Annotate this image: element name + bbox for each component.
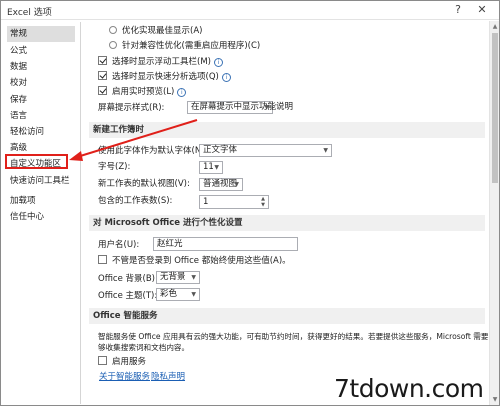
chevron-down-icon: ▼ [264,104,269,111]
scroll-up-icon[interactable]: ▲ [491,22,499,31]
office-background-label: Office 背景(B): [98,274,158,284]
sheet-count-value: 1 [203,197,209,207]
office-background-select[interactable]: 无背景 ▼ [156,271,200,284]
office-theme-value: 彩色 [160,289,178,299]
sidebar-item-formulas[interactable]: 公式 [7,43,75,59]
radio-compat[interactable] [109,41,117,49]
radio-optimize-row[interactable]: 优化实现最佳显示(A) [109,24,202,38]
font-size-select[interactable]: 11 ▼ [199,161,223,174]
chevron-down-icon: ▼ [214,164,219,171]
info-icon: i [213,58,223,67]
section-new-workbook: 新建工作簿时 [89,122,485,138]
font-size-value: 11 [203,162,214,172]
enable-services-row[interactable]: 启用服务 [98,355,146,369]
scroll-down-icon[interactable]: ▼ [491,395,499,404]
about-intelligent-services-link[interactable]: 关于智能服务 [99,370,150,382]
sidebar-item-data[interactable]: 数据 [7,59,75,75]
chevron-down-icon: ▼ [323,147,328,154]
sidebar-item-quick-access-toolbar[interactable]: 快速访问工具栏 [7,173,75,189]
tooltip-style-select[interactable]: 在屏幕提示中显示功能说明 ▼ [187,101,293,114]
sidebar-item-trust-center[interactable]: 信任中心 [7,209,75,225]
close-button[interactable]: ✕ [471,2,493,18]
tooltip-style-label: 屏幕提示样式(R): [98,103,165,113]
sidebar: 常规 公式 数据 校对 保存 语言 轻松访问 高级 自定义功能区 快速访问工具栏… [3,22,81,404]
radio-optimize-label: 优化实现最佳显示(A) [122,26,203,36]
sidebar-item-language[interactable]: 语言 [7,108,75,124]
username-input[interactable]: 赵红光 [153,237,298,251]
intelligent-desc-line2: 够收集搜索词和文档内容。 [98,343,190,352]
section-intelligent-services: Office 智能服务 [89,308,485,324]
checkbox-minitoolbar[interactable] [98,56,107,65]
sidebar-item-proofing[interactable]: 校对 [7,75,75,91]
options-content: 优化实现最佳显示(A) 针对兼容性优化(需重启应用程序)(C) 选择时显示浮动工… [83,21,489,405]
always-use-row[interactable]: 不管是否登录到 Office 都始终使用这些值(A)。 [98,254,291,268]
font-size-label: 字号(Z): [98,162,131,172]
privacy-statement-link[interactable]: 隐私声明 [151,370,185,382]
watermark: 7tdown.com [334,374,484,403]
checkbox-quickanalysis[interactable] [98,71,107,80]
excel-options-dialog: Excel 选项 ? ✕ 常规 公式 数据 校对 保存 语言 轻松访问 高级 自… [0,0,500,406]
default-font-select[interactable]: 正文字体 ▼ [199,144,332,157]
username-label: 用户名(U): [98,240,140,250]
sidebar-item-accessibility[interactable]: 轻松访问 [7,124,75,140]
checkbox-always-use[interactable] [98,255,107,264]
sidebar-item-general[interactable]: 常规 [7,26,75,42]
default-font-label: 使用此字体作为默认字体(N): [98,146,208,156]
default-font-value: 正文字体 [203,145,238,155]
window-title: Excel 选项 [7,8,52,18]
check-minitoolbar-label: 选择时显示浮动工具栏(M) [112,57,211,67]
check-quickanalysis-label: 选择时显示快速分析选项(Q) [112,72,219,82]
office-theme-label: Office 主题(T): [98,291,158,301]
sheet-count-label: 包含的工作表数(S): [98,196,173,206]
radio-compat-row[interactable]: 针对兼容性优化(需重启应用程序)(C) [109,39,260,53]
checkbox-livepreview[interactable] [98,86,107,95]
chevron-down-icon: ▼ [234,181,239,188]
default-view-value: 普通视图 [203,179,238,189]
check-livepreview-label: 启用实时预览(L) [112,87,175,97]
always-use-label: 不管是否登录到 Office 都始终使用这些值(A)。 [112,256,291,266]
sidebar-item-save[interactable]: 保存 [7,92,75,108]
sidebar-item-addins[interactable]: 加载项 [7,193,75,209]
radio-optimize[interactable] [109,26,117,34]
office-background-value: 无背景 [160,272,186,282]
tooltip-style-value: 在屏幕提示中显示功能说明 [191,102,294,112]
enable-services-label: 启用服务 [112,357,147,367]
sheet-count-input[interactable]: 1 ▲ ▼ [199,195,269,209]
check-quickanalysis-row[interactable]: 选择时显示快速分析选项(Q) i [98,70,231,84]
default-view-select[interactable]: 普通视图 ▼ [199,178,243,191]
title-bar: Excel 选项 ? ✕ [1,1,499,20]
username-value: 赵红光 [157,239,183,249]
chevron-down-icon: ▼ [191,274,196,281]
info-icon: i [177,88,187,97]
spinner-icon[interactable]: ▲ ▼ [259,196,267,208]
chevron-down-icon: ▼ [191,291,196,298]
office-theme-select[interactable]: 彩色 ▼ [156,288,200,301]
check-livepreview-row[interactable]: 启用实时预览(L) i [98,85,187,99]
info-icon: i [221,73,231,82]
checkbox-enable-services[interactable] [98,356,107,365]
check-minitoolbar-row[interactable]: 选择时显示浮动工具栏(M) i [98,55,223,69]
section-personalize: 对 Microsoft Office 进行个性化设置 [89,215,485,231]
radio-compat-label: 针对兼容性优化(需重启应用程序)(C) [122,41,261,51]
help-button[interactable]: ? [447,2,469,18]
scroll-thumb[interactable] [492,33,498,183]
vertical-scrollbar[interactable]: ▲ ▼ [489,21,499,405]
default-view-label: 新工作表的默认视图(V): [98,179,190,189]
customize-ribbon-highlight [5,154,68,169]
